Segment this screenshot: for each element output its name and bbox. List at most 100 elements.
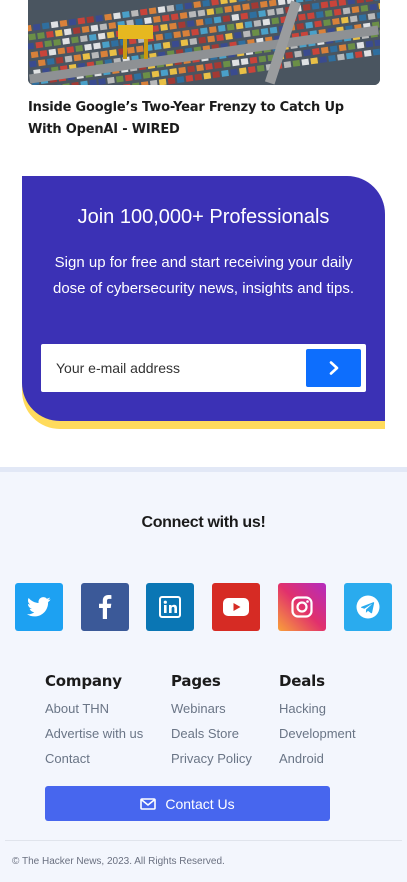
container-tile	[187, 65, 196, 73]
container-tile	[142, 71, 151, 79]
container-tile	[48, 48, 57, 56]
container-tile	[231, 13, 240, 21]
container-tile	[230, 68, 238, 76]
container-tile	[285, 51, 294, 59]
footer-link[interactable]: Contact	[45, 746, 143, 771]
article-title[interactable]: Inside Google’s Two-Year Frenzy to Catch…	[28, 97, 380, 141]
footer-link[interactable]: Deals Store	[171, 721, 252, 746]
email-input[interactable]	[41, 344, 301, 392]
linkedin-link[interactable]	[146, 583, 194, 631]
container-tile	[328, 54, 336, 62]
container-tile	[231, 59, 240, 67]
container-tile	[54, 29, 63, 37]
container-tile	[161, 14, 170, 22]
container-tile	[196, 64, 204, 72]
container-tile	[50, 21, 59, 29]
container-tile	[319, 56, 327, 64]
container-tile	[108, 22, 117, 30]
container-tile	[55, 56, 64, 64]
container-tile	[253, 19, 262, 27]
facebook-link[interactable]	[81, 583, 129, 631]
container-tile	[301, 58, 310, 66]
container-tile	[310, 57, 319, 65]
container-tile	[320, 46, 329, 54]
container-tile	[242, 30, 251, 38]
youtube-link[interactable]	[212, 583, 260, 631]
container-tile	[153, 43, 162, 50]
container-tile	[222, 15, 231, 23]
footer-column-company: Company About THN Advertise with us Cont…	[45, 672, 143, 771]
footer-link[interactable]: Android	[279, 746, 356, 771]
subscribe-button[interactable]	[306, 349, 361, 387]
footer-link[interactable]: Development	[279, 721, 356, 746]
container-tile	[351, 6, 360, 14]
twitter-link[interactable]	[15, 583, 63, 631]
container-tile	[249, 11, 258, 19]
footer-link[interactable]: About THN	[45, 696, 143, 721]
container-tile	[29, 60, 37, 68]
container-tile	[130, 9, 139, 17]
article-image[interactable]	[28, 0, 380, 85]
container-tile	[337, 53, 345, 61]
container-tile	[84, 43, 92, 51]
container-tile	[239, 67, 247, 75]
footer-link[interactable]: Privacy Policy	[171, 746, 252, 771]
container-tile	[269, 26, 278, 34]
container-tile	[158, 78, 167, 85]
container-tile	[173, 31, 182, 39]
footer-link[interactable]: Hacking	[279, 696, 356, 721]
container-tile	[151, 70, 160, 78]
container-tile	[329, 0, 338, 8]
container-tile	[184, 2, 193, 10]
container-tile	[193, 1, 202, 9]
container-tile	[221, 69, 229, 77]
container-tile	[133, 73, 142, 81]
container-tile	[186, 20, 195, 28]
container-tile	[95, 14, 104, 22]
container-tile	[75, 44, 84, 52]
container-tile	[59, 19, 68, 27]
container-tile	[294, 50, 302, 58]
container-tile	[113, 12, 121, 20]
container-tile	[358, 14, 367, 22]
container-tile	[98, 78, 106, 85]
container-tile	[296, 22, 305, 30]
telegram-link[interactable]	[344, 583, 392, 631]
container-tile	[188, 10, 197, 18]
container-tile	[311, 2, 320, 10]
container-tile	[169, 68, 178, 76]
container-tile	[342, 7, 351, 15]
container-tile	[30, 51, 39, 59]
container-tile	[191, 28, 199, 36]
footer-link[interactable]: Advertise with us	[45, 721, 143, 746]
facebook-icon	[99, 595, 112, 619]
contact-us-button[interactable]: Contact Us	[45, 786, 330, 821]
container-tile	[247, 66, 256, 74]
contact-us-label: Contact Us	[165, 795, 235, 812]
container-tile	[195, 18, 204, 26]
container-tile	[234, 31, 242, 39]
container-tile	[194, 73, 203, 81]
container-tile	[249, 56, 258, 64]
container-tile	[178, 66, 187, 74]
footer-link[interactable]: Webinars	[171, 696, 252, 721]
article-card[interactable]: Inside Google’s Two-Year Frenzy to Catch…	[0, 0, 407, 160]
container-tile	[63, 28, 72, 36]
container-tile	[338, 44, 347, 52]
container-tile	[260, 28, 269, 35]
container-tile	[46, 58, 55, 65]
column-heading: Pages	[171, 672, 221, 690]
container-tile	[216, 34, 224, 42]
container-tile	[153, 15, 161, 23]
container-tile	[332, 17, 340, 25]
column-heading: Company	[45, 672, 122, 690]
instagram-link[interactable]	[278, 583, 326, 631]
container-tile	[44, 40, 53, 48]
container-tile	[303, 49, 311, 57]
container-tile	[79, 35, 88, 43]
container-tile	[307, 12, 315, 20]
container-tile	[372, 48, 380, 56]
container-tile	[182, 29, 191, 37]
youtube-icon	[223, 598, 249, 616]
container-tile	[256, 64, 265, 72]
